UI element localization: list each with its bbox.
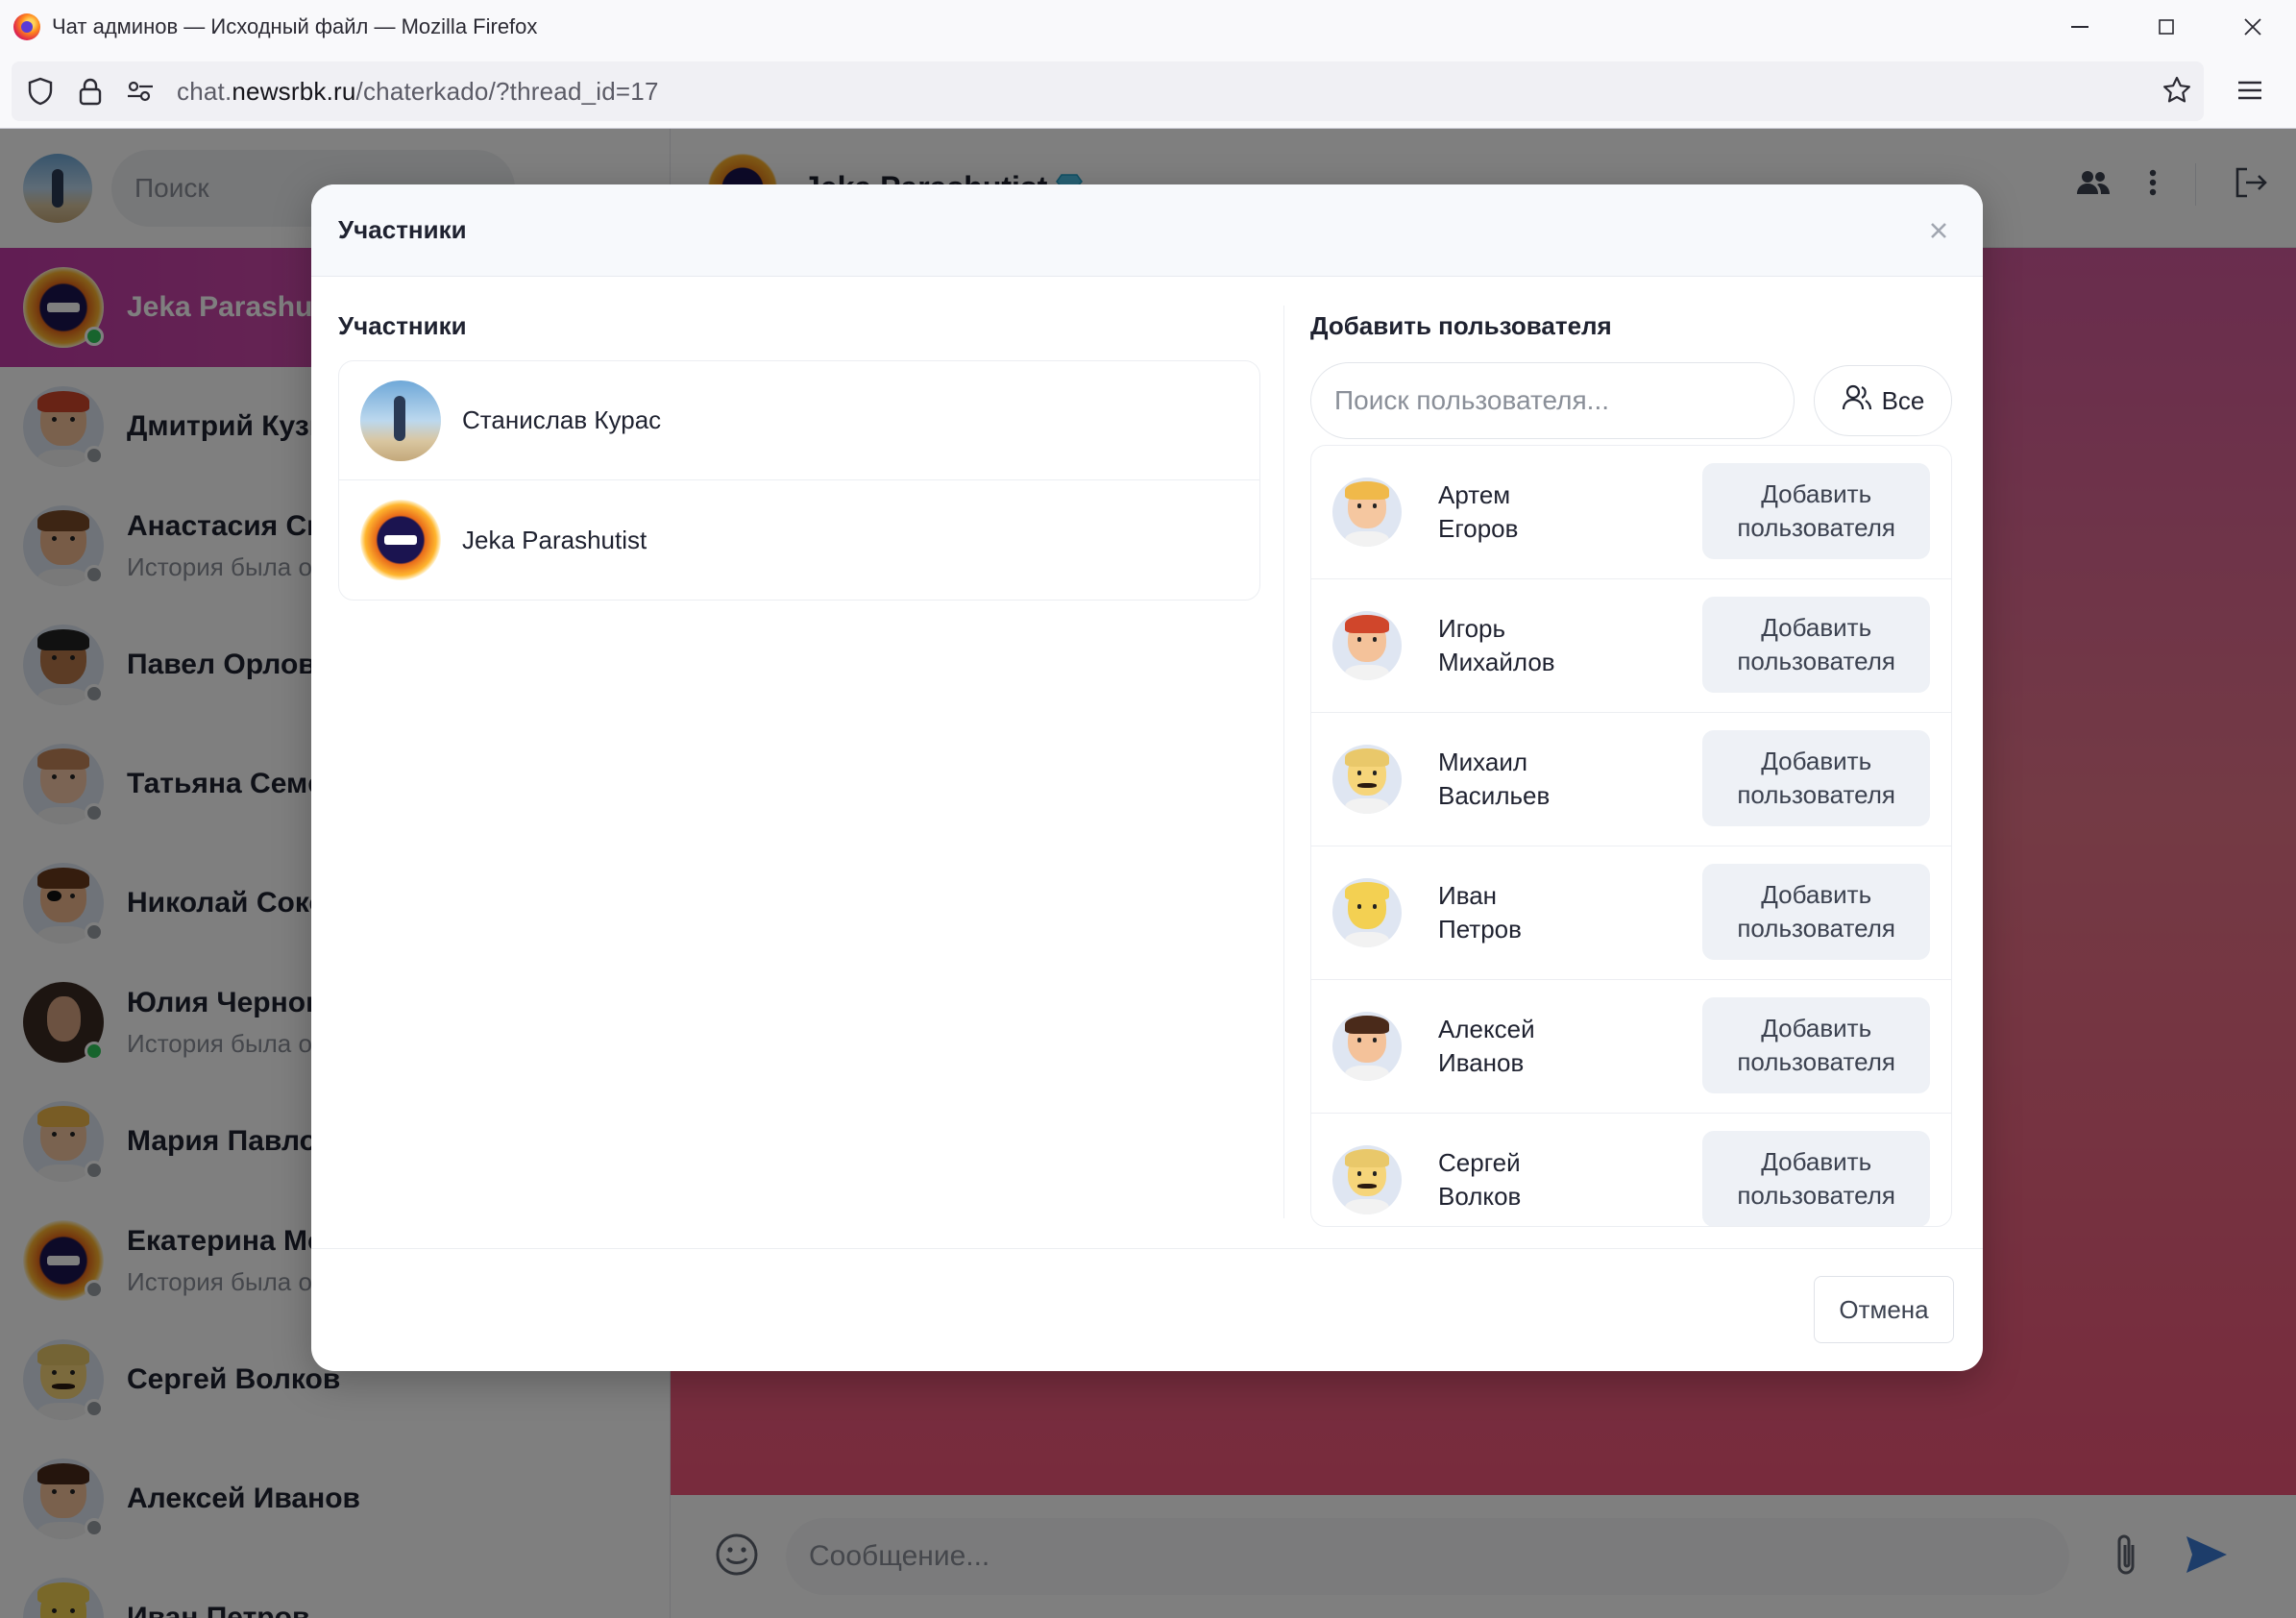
minimize-button[interactable]: [2037, 0, 2123, 54]
candidate-first-name: Сергей: [1438, 1148, 1521, 1177]
maximize-button[interactable]: [2123, 0, 2210, 54]
avatar-illustration: [1332, 611, 1402, 680]
add-user-button-line2: пользователя: [1737, 647, 1895, 675]
avatar-illustration: [1332, 478, 1402, 547]
candidate-name: Сергей Волков: [1438, 1146, 1611, 1214]
candidate-avatar: [1332, 878, 1402, 947]
url-bar[interactable]: chat.newsrbk.ru/chaterkado/?thread_id=17: [12, 61, 2204, 121]
add-user-button[interactable]: Добавить пользователя: [1702, 997, 1930, 1093]
column-divider: [1283, 306, 1284, 1218]
candidate-row: Игорь Михайлов Добавить пользователя: [1311, 579, 1951, 713]
candidate-row: Алексей Иванов Добавить пользователя: [1311, 980, 1951, 1114]
add-user-button-line1: Добавить: [1761, 479, 1872, 508]
candidate-first-name: Игорь: [1438, 614, 1506, 643]
candidate-last-name: Петров: [1438, 915, 1522, 944]
close-window-button[interactable]: [2210, 0, 2296, 54]
user-search-row: Поиск пользователя... Все: [1310, 362, 1952, 439]
navigation-bar: chat.newsrbk.ru/chaterkado/?thread_id=17: [0, 54, 2296, 129]
add-user-button[interactable]: Добавить пользователя: [1702, 1131, 1930, 1226]
members-title: Участники: [338, 311, 467, 340]
candidate-avatar: [1332, 1145, 1402, 1214]
candidate-row: Сергей Волков Добавить пользователя: [1311, 1114, 1951, 1226]
member-name: Jeka Parashutist: [462, 525, 647, 554]
participants-modal: Участники Участники Станислав Курас Jeka…: [311, 184, 1983, 1371]
window-title: Чат админов — Исходный файл — Mozilla Fi…: [52, 14, 538, 38]
members-column: Участники Станислав Курас Jeka Parashuti…: [338, 277, 1260, 1218]
add-user-button-line1: Добавить: [1761, 747, 1872, 775]
modal-footer: Отмена: [311, 1248, 1983, 1371]
all-users-button[interactable]: Все: [1814, 365, 1952, 436]
users-icon: [1842, 384, 1872, 418]
add-user-column: Добавить пользователя Поиск пользователя…: [1310, 277, 1952, 1227]
bookmark-star-icon[interactable]: [2162, 75, 2192, 110]
all-users-label: Все: [1881, 385, 1925, 415]
add-user-button[interactable]: Добавить пользователя: [1702, 864, 1930, 960]
avatar-illustration: [1332, 878, 1402, 947]
site-permissions-icon[interactable]: [111, 61, 169, 121]
window-titlebar: Чат админов — Исходный файл — Mozilla Fi…: [0, 0, 2296, 54]
modal-title: Участники: [338, 215, 467, 244]
candidate-row: Артем Егоров Добавить пользователя: [1311, 446, 1951, 579]
add-user-button-line2: пользователя: [1737, 513, 1895, 542]
add-user-button[interactable]: Добавить пользователя: [1702, 463, 1930, 559]
candidate-last-name: Васильев: [1438, 781, 1551, 810]
wax-logo-icon: [360, 500, 441, 580]
candidate-last-name: Иванов: [1438, 1048, 1525, 1077]
candidate-avatar: [1332, 478, 1402, 547]
url-domain: newsrbk.ru: [232, 76, 356, 106]
candidate-row: Михаил Васильев Добавить пользователя: [1311, 713, 1951, 846]
url-text[interactable]: chat.newsrbk.ru/chaterkado/?thread_id=17: [177, 77, 659, 107]
beach-photo-icon: [360, 380, 441, 461]
add-user-button-line2: пользователя: [1737, 1181, 1895, 1210]
add-user-button-line1: Добавить: [1761, 1014, 1872, 1042]
candidate-first-name: Алексей: [1438, 1015, 1535, 1043]
candidate-row: Иван Петров Добавить пользователя: [1311, 846, 1951, 980]
add-user-title: Добавить пользователя: [1310, 311, 1612, 340]
avatar-illustration: [1332, 1012, 1402, 1081]
candidate-name: Игорь Михайлов: [1438, 612, 1611, 679]
firefox-logo-icon: [13, 13, 40, 40]
candidate-last-name: Волков: [1438, 1182, 1522, 1211]
lock-icon[interactable]: [69, 61, 111, 121]
close-icon[interactable]: [1921, 213, 1956, 248]
candidate-avatar: [1332, 745, 1402, 814]
add-user-button[interactable]: Добавить пользователя: [1702, 730, 1930, 826]
candidate-last-name: Егоров: [1438, 514, 1519, 543]
url-prefix: chat.: [177, 76, 232, 106]
candidate-name: Михаил Васильев: [1438, 746, 1611, 813]
candidate-name: Артем Егоров: [1438, 478, 1611, 546]
user-search-input[interactable]: Поиск пользователя...: [1310, 362, 1795, 439]
shield-icon[interactable]: [12, 61, 69, 121]
add-user-button[interactable]: Добавить пользователя: [1702, 597, 1930, 693]
member-row[interactable]: Jeka Parashutist: [339, 480, 1259, 600]
add-user-button-line1: Добавить: [1761, 1147, 1872, 1176]
add-user-button-line2: пользователя: [1737, 914, 1895, 943]
add-user-button-line1: Добавить: [1761, 880, 1872, 909]
member-row[interactable]: Станислав Курас: [339, 361, 1259, 480]
member-avatar: [360, 500, 441, 580]
add-user-button-line2: пользователя: [1737, 780, 1895, 809]
add-user-button-line1: Добавить: [1761, 613, 1872, 642]
candidate-avatar: [1332, 1012, 1402, 1081]
candidate-name: Иван Петров: [1438, 879, 1611, 946]
user-search-placeholder: Поиск пользователя...: [1334, 385, 1610, 415]
candidate-first-name: Михаил: [1438, 748, 1528, 776]
member-name: Станислав Курас: [462, 405, 662, 434]
cancel-button[interactable]: Отмена: [1814, 1276, 1954, 1343]
candidate-first-name: Иван: [1438, 881, 1498, 910]
avatar-illustration: [1332, 1145, 1402, 1214]
add-user-button-line2: пользователя: [1737, 1047, 1895, 1076]
candidate-last-name: Михайлов: [1438, 648, 1555, 676]
hamburger-menu-icon[interactable]: [2233, 73, 2267, 108]
url-path: /chaterkado/?thread_id=17: [355, 76, 659, 106]
candidate-name: Алексей Иванов: [1438, 1013, 1611, 1080]
candidate-avatar: [1332, 611, 1402, 680]
member-list: Станислав Курас Jeka Parashutist: [338, 360, 1260, 601]
candidate-first-name: Артем: [1438, 480, 1511, 509]
member-avatar: [360, 380, 441, 461]
avatar-illustration: [1332, 745, 1402, 814]
candidate-list: Артем Егоров Добавить пользователя Игорь…: [1310, 445, 1952, 1227]
modal-header: Участники: [311, 184, 1983, 277]
